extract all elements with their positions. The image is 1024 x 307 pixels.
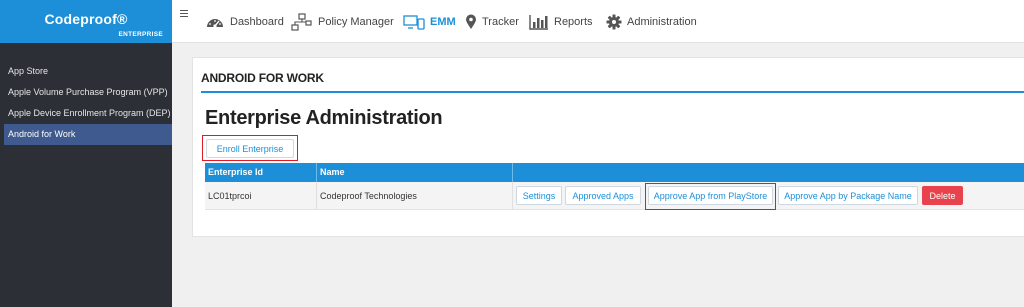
nav-administration-label: Administration (627, 15, 697, 28)
approved-apps-button[interactable]: Approved Apps (565, 186, 641, 205)
top-nav: Dashboard Policy Manager EMM Tracker Rep… (172, 0, 1024, 43)
dashboard-icon (207, 18, 223, 28)
section-title: ANDROID FOR WORK (201, 71, 324, 85)
delete-button[interactable]: Delete (922, 186, 963, 205)
approve-from-playstore-button[interactable]: Approve App from PlayStore (648, 186, 773, 205)
table-header: Enterprise Id Name (205, 163, 1024, 182)
gear-icon (606, 14, 622, 29)
settings-button[interactable]: Settings (516, 186, 562, 205)
nav-policy-manager-label: Policy Manager (318, 15, 394, 28)
brand-edition: ENTERPRISE (118, 31, 163, 38)
nav-tracker-label: Tracker (482, 15, 519, 28)
approve-by-package-button[interactable]: Approve App by Package Name (778, 186, 918, 205)
page-title: Enterprise Administration (205, 107, 443, 129)
header-name: Name (317, 163, 513, 182)
cell-enterprise-id: LC01tprcoi (205, 182, 317, 210)
map-pin-icon (466, 14, 476, 29)
section-divider (201, 91, 1024, 93)
nav-administration[interactable]: Administration (606, 0, 697, 43)
menu-toggle-icon[interactable] (180, 10, 188, 19)
sidebar: Codeproof® ENTERPRISE App Store Apple Vo… (0, 0, 172, 307)
sidebar-item-dep[interactable]: Apple Device Enrollment Program (DEP) (0, 103, 172, 124)
bar-chart-icon (529, 14, 548, 30)
brand-logo: Codeproof® (44, 11, 128, 27)
policy-icon (291, 12, 312, 31)
nav-emm-label: EMM (430, 15, 456, 28)
sidebar-item-app-store[interactable]: App Store (0, 61, 172, 82)
sidebar-item-android-for-work[interactable]: Android for Work (4, 124, 172, 145)
sidebar-item-vpp[interactable]: Apple Volume Purchase Program (VPP) (0, 82, 172, 103)
header-enterprise-id: Enterprise Id (205, 163, 317, 182)
nav-dashboard-label: Dashboard (230, 15, 284, 28)
cell-name: Codeproof Technologies (317, 182, 513, 210)
nav-tracker[interactable]: Tracker (465, 0, 519, 43)
nav-reports[interactable]: Reports (529, 0, 593, 43)
brand-header[interactable]: Codeproof® ENTERPRISE (0, 0, 172, 43)
table-row: LC01tprcoi Codeproof Technologies Settin… (205, 182, 1024, 210)
enroll-enterprise-button[interactable]: Enroll Enterprise (206, 139, 294, 158)
app-root: Codeproof® ENTERPRISE App Store Apple Vo… (0, 0, 1024, 307)
nav-policy-manager[interactable]: Policy Manager (291, 0, 394, 43)
sidebar-nav: App Store Apple Volume Purchase Program … (0, 61, 172, 145)
enterprise-table: Enterprise Id Name LC01tprcoi Codeproof … (205, 163, 1024, 210)
nav-dashboard[interactable]: Dashboard (205, 0, 284, 43)
nav-reports-label: Reports (554, 15, 593, 28)
devices-icon (403, 14, 425, 30)
enroll-button-highlight: Enroll Enterprise (202, 135, 298, 161)
main-panel: ANDROID FOR WORK Enterprise Administrati… (192, 57, 1024, 237)
nav-emm[interactable]: EMM (403, 0, 456, 43)
